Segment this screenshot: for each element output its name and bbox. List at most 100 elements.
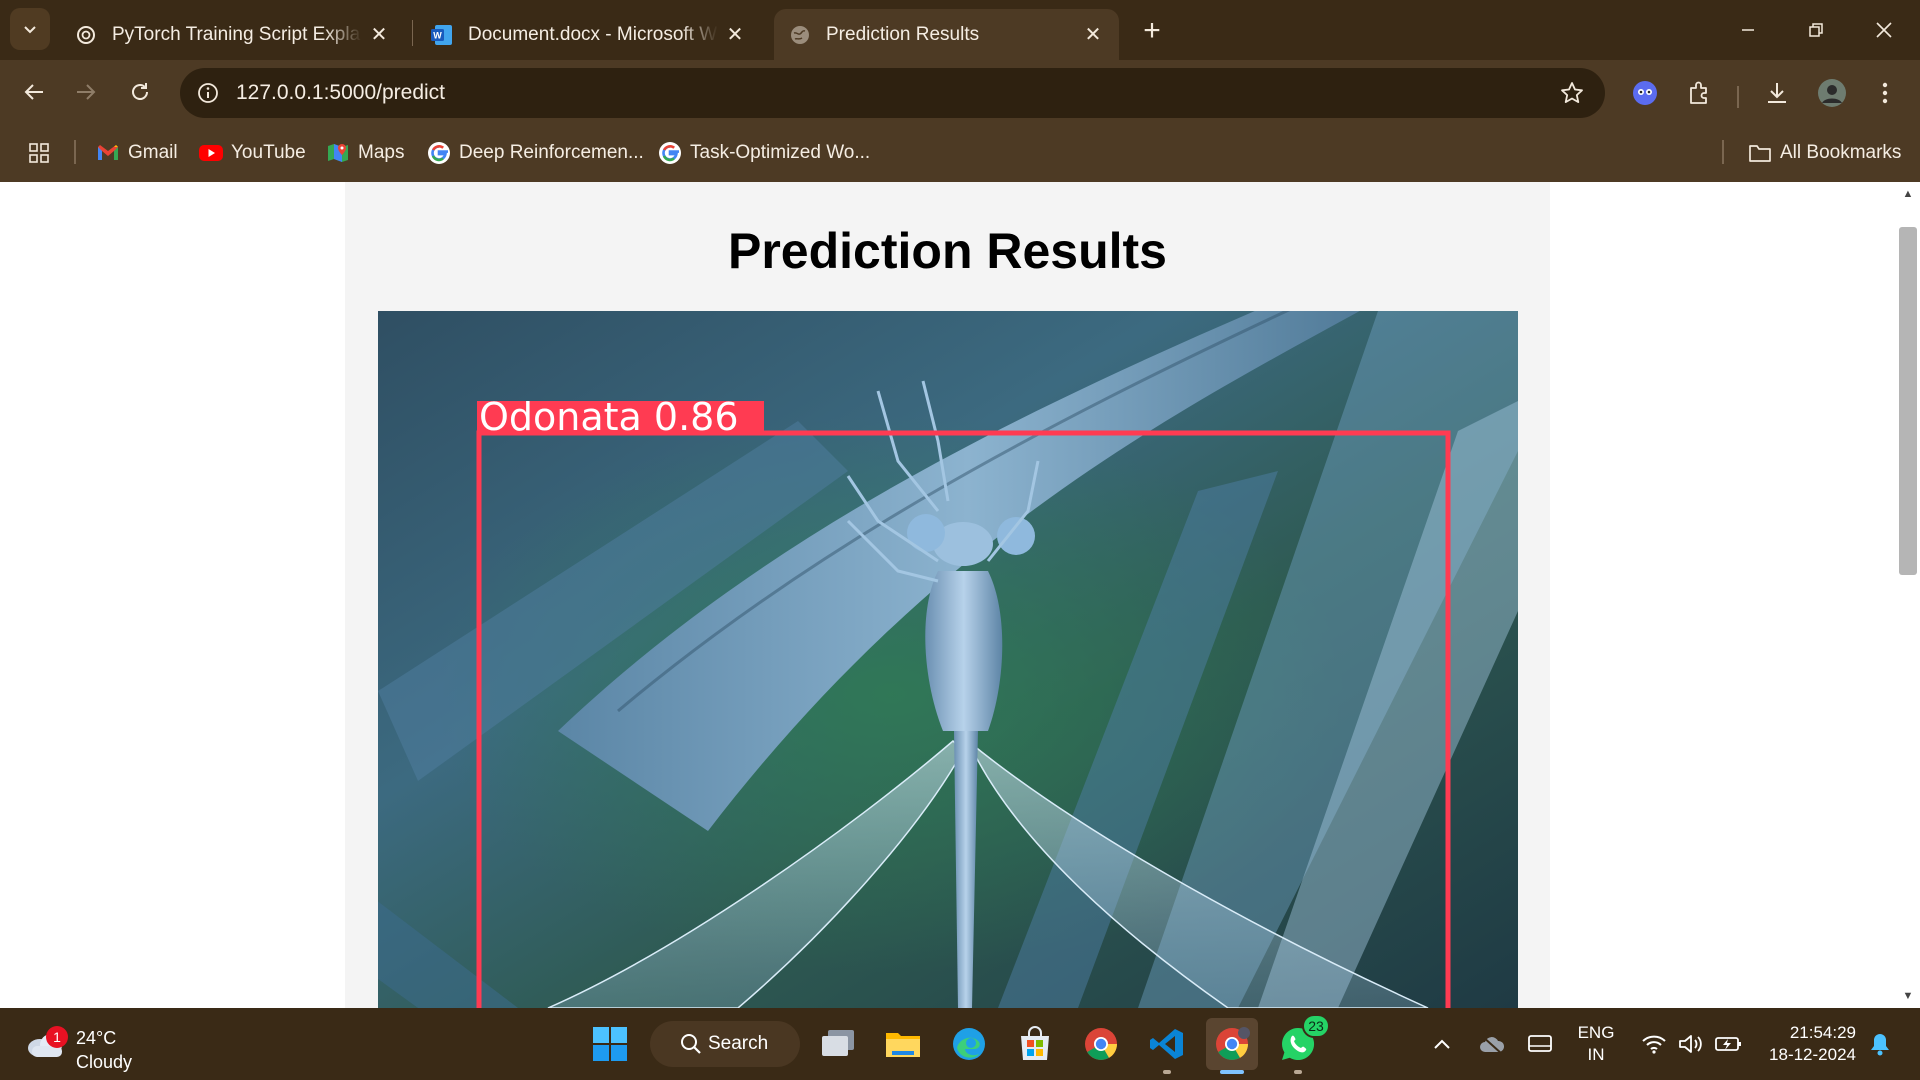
bookmark-youtube[interactable]: YouTube [199,139,306,167]
taskbar-search[interactable]: Search [650,1021,800,1067]
taskbar-vscode[interactable] [1141,1018,1193,1074]
notification-badge: 23 [1302,1014,1330,1038]
minimize-button[interactable] [1720,6,1776,54]
google-icon [658,141,682,165]
profile-avatar[interactable] [1813,74,1851,112]
weather-condition: Cloudy [76,1052,133,1072]
language-indicator[interactable]: ENG IN [1574,1022,1618,1066]
bell-icon [1871,1034,1889,1056]
taskbar-task-view[interactable] [812,1018,864,1070]
eye-right [997,517,1035,555]
weather-badge: 1 [46,1026,68,1048]
arrow-right-icon [77,84,96,100]
thorax [925,571,1003,731]
bookmarks-divider [74,140,76,164]
running-indicator [1163,1070,1171,1074]
bookmark-task-optimized[interactable]: Task-Optimized Wo... [658,139,870,167]
bookmark-star-icon[interactable] [1559,80,1585,106]
close-icon[interactable]: ✕ [1081,22,1105,46]
cloud-offline-icon [1480,1035,1505,1054]
page-viewport: Prediction Results Odonata 0.86 [0,182,1896,1008]
reload-button[interactable] [118,70,162,114]
notifications-button[interactable] [1862,1008,1898,1080]
tab-word-document[interactable]: W Document.docx - Microsoft Word ✕ [416,9,761,60]
word-icon: W [430,23,454,47]
page-title: Prediction Results [728,223,1167,279]
avatar-icon [1818,79,1846,107]
start-button[interactable] [584,1018,636,1070]
tab-title: PyTorch Training Script Explanation [112,23,362,45]
weather-widget[interactable]: 1 24°C Cloudy [26,1018,196,1072]
site-info-icon[interactable] [193,78,223,108]
scroll-up-icon[interactable]: ▲ [1902,188,1914,200]
close-icon[interactable]: ✕ [367,22,391,46]
puzzle-icon [1690,81,1707,104]
apps-button[interactable] [27,139,59,167]
vscode-icon [1150,1029,1183,1059]
youtube-icon [199,141,223,165]
browser-menu-button[interactable] [1866,74,1904,112]
extension-button[interactable] [1626,74,1664,112]
taskbar-file-explorer[interactable] [877,1018,929,1070]
downloads-button[interactable] [1758,74,1796,112]
tab-pytorch[interactable]: PyTorch Training Script Explanation ✕ [60,9,405,60]
restore-button[interactable] [1788,6,1844,54]
tab-prediction-results[interactable]: Prediction Results ✕ [774,9,1119,60]
chrome-icon [1216,1027,1250,1060]
address-bar[interactable]: 127.0.0.1:5000/predict [180,68,1605,118]
detection-label: Odonata 0.86 [479,395,739,439]
windows-logo-icon [593,1027,627,1061]
speaker-icon [1679,1035,1702,1053]
battery-tray[interactable] [1708,1008,1748,1080]
forward-button[interactable] [64,70,108,114]
close-icon[interactable]: ✕ [723,22,747,46]
taskbar-store[interactable] [1009,1018,1061,1070]
close-window-button[interactable] [1856,6,1912,54]
taskbar-whatsapp[interactable]: 23 [1272,1014,1330,1074]
chevron-up-icon [1434,1039,1450,1049]
taskbar-chrome[interactable] [1075,1018,1127,1070]
running-indicator [1294,1070,1302,1074]
bookmark-deep-reinforcement[interactable]: Deep Reinforcemen... [427,139,644,167]
arrow-left-icon [24,84,43,100]
scrollbar-thumb[interactable] [1899,227,1917,575]
edge-icon [953,1028,985,1060]
bookmark-label: Gmail [128,142,178,163]
bookmark-gmail[interactable]: Gmail [96,139,178,167]
plus-icon: + [1143,14,1161,47]
wifi-tray[interactable] [1636,1008,1672,1080]
display-tray[interactable] [1520,1008,1560,1080]
bookmark-label: Deep Reinforcemen... [459,142,644,163]
new-tab-button[interactable]: + [1132,13,1172,49]
bookmark-label: YouTube [231,142,306,163]
volume-tray[interactable] [1672,1008,1708,1080]
onedrive-tray[interactable] [1472,1008,1512,1080]
google-icon [427,141,451,165]
openai-icon [74,23,98,47]
reload-icon [132,83,148,100]
apps-grid-icon [27,141,51,165]
taskbar-edge[interactable] [943,1018,995,1070]
toolbar-divider [1737,86,1739,108]
bookmarks-divider [1722,140,1724,164]
bookmark-label: Task-Optimized Wo... [690,142,871,163]
weather-temp: 24°C [76,1028,117,1048]
search-label: Search [708,1033,769,1054]
bookmark-label: Maps [358,142,405,163]
bookmark-maps[interactable]: Maps [326,139,404,167]
page-scrollbar[interactable]: ▲ ▼ [1896,182,1920,1008]
scroll-down-icon[interactable]: ▼ [1902,990,1914,1002]
system-clock[interactable]: 21:54:29 18-12-2024 [1752,1022,1856,1066]
back-button[interactable] [12,70,56,114]
extension-ghost-icon [1633,81,1657,105]
wifi-icon [1642,1035,1666,1054]
battery-charging-icon [1715,1037,1741,1051]
all-bookmarks-button[interactable]: All Bookmarks [1748,139,1901,167]
minimize-icon [1742,29,1754,31]
extensions-button[interactable] [1680,74,1718,112]
show-hidden-icons-button[interactable] [1424,1008,1460,1080]
restore-icon [1809,23,1823,37]
tab-search-button[interactable] [10,8,50,50]
taskbar-chrome-profile[interactable] [1206,1018,1258,1074]
browser-toolbar: 127.0.0.1:5000/predict [0,60,1920,125]
